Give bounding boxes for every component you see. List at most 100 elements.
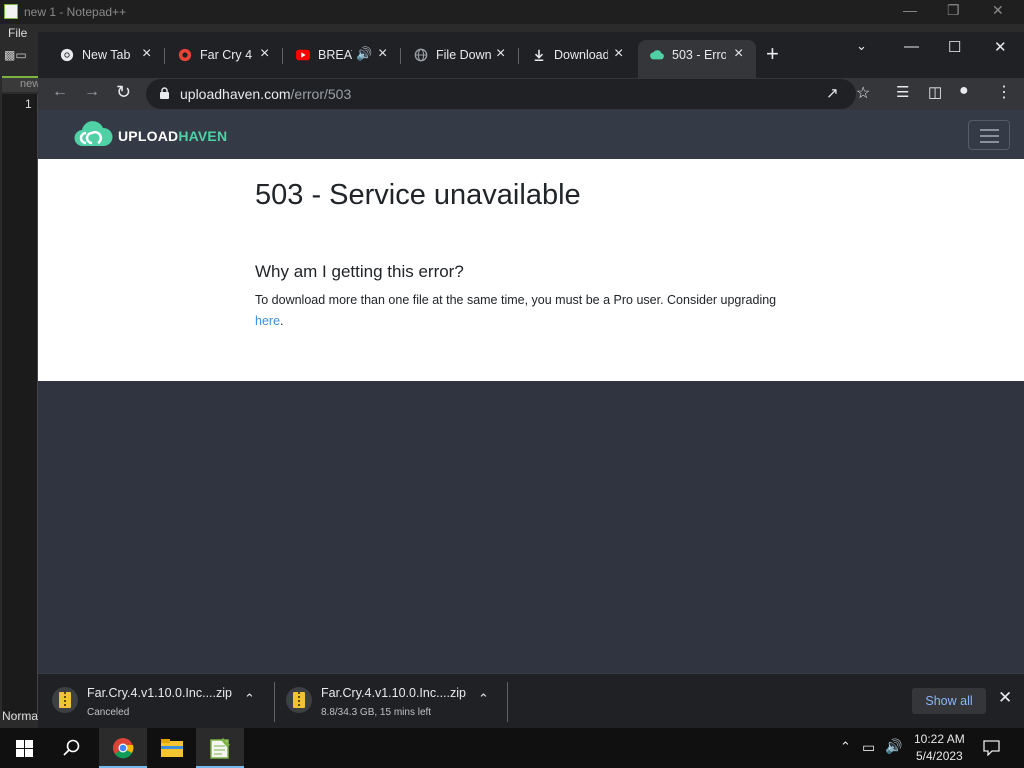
notepad-app-icon <box>4 4 18 19</box>
globe-icon <box>414 48 428 62</box>
tab-close-icon[interactable]: × <box>614 45 623 63</box>
tab-close-icon[interactable]: × <box>496 45 505 63</box>
zip-file-icon <box>286 687 312 713</box>
error-subtitle: Why am I getting this error? <box>255 262 464 281</box>
download-status: 8.8/34.3 GB, 15 mins left <box>321 707 432 718</box>
tab-close-icon[interactable]: × <box>378 45 387 63</box>
notepad-maximize-button[interactable]: ❐ <box>947 2 960 19</box>
download-separator <box>507 682 508 722</box>
notepad-plus-plus-icon <box>210 738 230 759</box>
uploadhaven-logo[interactable]: UPLOADHAVEN <box>74 119 234 151</box>
address-bar[interactable]: uploadhaven.com/error/503 ↗ ☆ <box>146 79 870 109</box>
chrome-maximize-button[interactable]: ☐ <box>948 38 961 56</box>
bookmark-star-icon[interactable]: ☆ <box>856 83 870 103</box>
cloud-logo-icon <box>74 121 113 147</box>
notepad-doc-tab[interactable]: new <box>2 76 40 92</box>
downloads-bar: Far.Cry.4.v1.10.0.Inc....zip Canceled ⌃ … <box>38 673 1024 728</box>
tab-search-chevron-icon[interactable]: ⌄ <box>856 38 867 54</box>
tab-separator <box>400 48 401 64</box>
logo-word-haven: HAVEN <box>178 128 228 144</box>
taskbar-notepad-plus-plus[interactable] <box>196 728 244 768</box>
tab-new-tab[interactable]: New Tab × <box>48 40 162 70</box>
show-all-button[interactable]: Show all <box>912 688 986 714</box>
url-text[interactable]: uploadhaven.com/error/503 <box>180 86 351 102</box>
error-message-suffix: . <box>280 314 284 328</box>
taskbar-chrome[interactable] <box>99 728 147 768</box>
notepad-minimize-button[interactable]: — <box>903 2 917 18</box>
notepad-close-button[interactable]: ✕ <box>992 2 1004 19</box>
tab-close-icon[interactable]: × <box>260 45 269 63</box>
lock-icon[interactable] <box>160 87 169 99</box>
tab-download[interactable]: Download × <box>520 40 634 70</box>
page-title: 503 - Service unavailable <box>255 179 581 211</box>
tab-strip: New Tab × Far Cry 4 × BREAT 🔊 × <box>38 32 1024 78</box>
chevron-up-icon[interactable]: ⌃ <box>244 691 255 707</box>
tab-label: File Down <box>436 48 492 62</box>
download-filename: Far.Cry.4.v1.10.0.Inc....zip <box>321 686 466 700</box>
clock-time[interactable]: 10:22 AM <box>914 732 965 746</box>
close-downloads-icon[interactable]: ✕ <box>998 688 1012 708</box>
download-item[interactable]: Far.Cry.4.v1.10.0.Inc....zip 8.8/34.3 GB… <box>272 674 506 729</box>
uploadhaven-cloud-icon <box>650 50 664 60</box>
upgrade-link[interactable]: here <box>255 314 280 328</box>
back-arrow-icon[interactable]: ← <box>52 83 68 101</box>
search-icon[interactable] <box>63 739 81 757</box>
volume-icon[interactable]: 🔊 <box>885 738 902 755</box>
chrome-window: New Tab × Far Cry 4 × BREAT 🔊 × <box>38 32 1024 728</box>
tray-chevron-up-icon[interactable]: ⌃ <box>840 739 851 755</box>
notepad-title-bar: new 1 - Notepad++ — ❐ ✕ <box>0 0 1024 24</box>
hamburger-menu-button[interactable] <box>968 120 1010 150</box>
tab-youtube[interactable]: BREAT 🔊 × <box>284 40 398 70</box>
tab-503-error[interactable]: 503 - Erro × <box>638 40 756 78</box>
chrome-logo-icon <box>113 738 134 759</box>
tab-file-download[interactable]: File Down × <box>402 40 516 70</box>
notepad-gutter <box>2 94 38 714</box>
tab-close-icon[interactable]: × <box>734 45 743 63</box>
share-icon[interactable]: ↗ <box>826 84 839 102</box>
logo-word-upload: UPLOAD <box>118 128 179 144</box>
tab-separator <box>282 48 283 64</box>
notepad-status-mode: Norma <box>2 709 39 723</box>
zip-file-icon <box>52 687 78 713</box>
audio-playing-icon[interactable]: 🔊 <box>356 46 372 62</box>
taskbar: ⌃ ▭ 🔊 10:22 AM 5/4/2023 <box>0 728 1024 768</box>
tab-separator <box>518 48 519 64</box>
youtube-icon <box>296 49 310 61</box>
chrome-icon <box>60 48 74 62</box>
forward-arrow-icon[interactable]: → <box>84 83 100 101</box>
notepad-editor-strip: ▩▭ new 1 Norma <box>0 42 40 728</box>
download-icon <box>534 49 544 62</box>
new-tab-button[interactable]: + <box>766 43 779 65</box>
side-panel-icon[interactable]: ◫ <box>928 83 942 101</box>
tab-label: 503 - Erro <box>672 48 726 62</box>
windows-start-icon[interactable] <box>16 740 33 757</box>
profile-icon[interactable]: ● <box>959 82 969 100</box>
tab-label: BREAT <box>318 48 352 62</box>
tab-label: Download <box>554 48 608 62</box>
tab-far-cry[interactable]: Far Cry 4 × <box>166 40 280 70</box>
download-item[interactable]: Far.Cry.4.v1.10.0.Inc....zip Canceled ⌃ <box>38 674 272 729</box>
chrome-minimize-button[interactable]: — <box>904 38 919 55</box>
notifications-icon[interactable] <box>983 740 1000 756</box>
menu-kebab-icon[interactable]: ⋮ <box>996 82 1012 102</box>
notepad-toolbar-icons[interactable]: ▩▭ <box>4 48 27 62</box>
media-queue-icon[interactable]: ☰ <box>896 83 909 101</box>
hamburger-line <box>980 135 999 137</box>
clock-date[interactable]: 5/4/2023 <box>916 749 963 763</box>
web-page: UPLOADHAVEN 503 - Service unavailable Wh… <box>38 110 1024 673</box>
taskbar-file-explorer[interactable] <box>148 728 196 768</box>
hamburger-line <box>980 141 999 143</box>
reload-icon[interactable]: ↻ <box>116 82 131 103</box>
url-path: /error/503 <box>290 86 352 102</box>
chrome-close-button[interactable]: ✕ <box>994 38 1007 56</box>
chevron-up-icon[interactable]: ⌃ <box>478 691 489 707</box>
tab-close-icon[interactable]: × <box>142 45 151 63</box>
browser-toolbar: ← → ↻ uploadhaven.com/error/503 ↗ ☆ ☰ ◫ … <box>38 78 1024 110</box>
notepad-menu-file[interactable]: File <box>8 26 27 40</box>
network-icon[interactable]: ▭ <box>862 739 875 756</box>
tab-separator <box>164 48 165 64</box>
logo-wordmark: UPLOADHAVEN <box>118 128 227 144</box>
download-filename: Far.Cry.4.v1.10.0.Inc....zip <box>87 686 232 700</box>
hamburger-line <box>980 129 999 131</box>
site-navbar: UPLOADHAVEN <box>38 110 1024 159</box>
